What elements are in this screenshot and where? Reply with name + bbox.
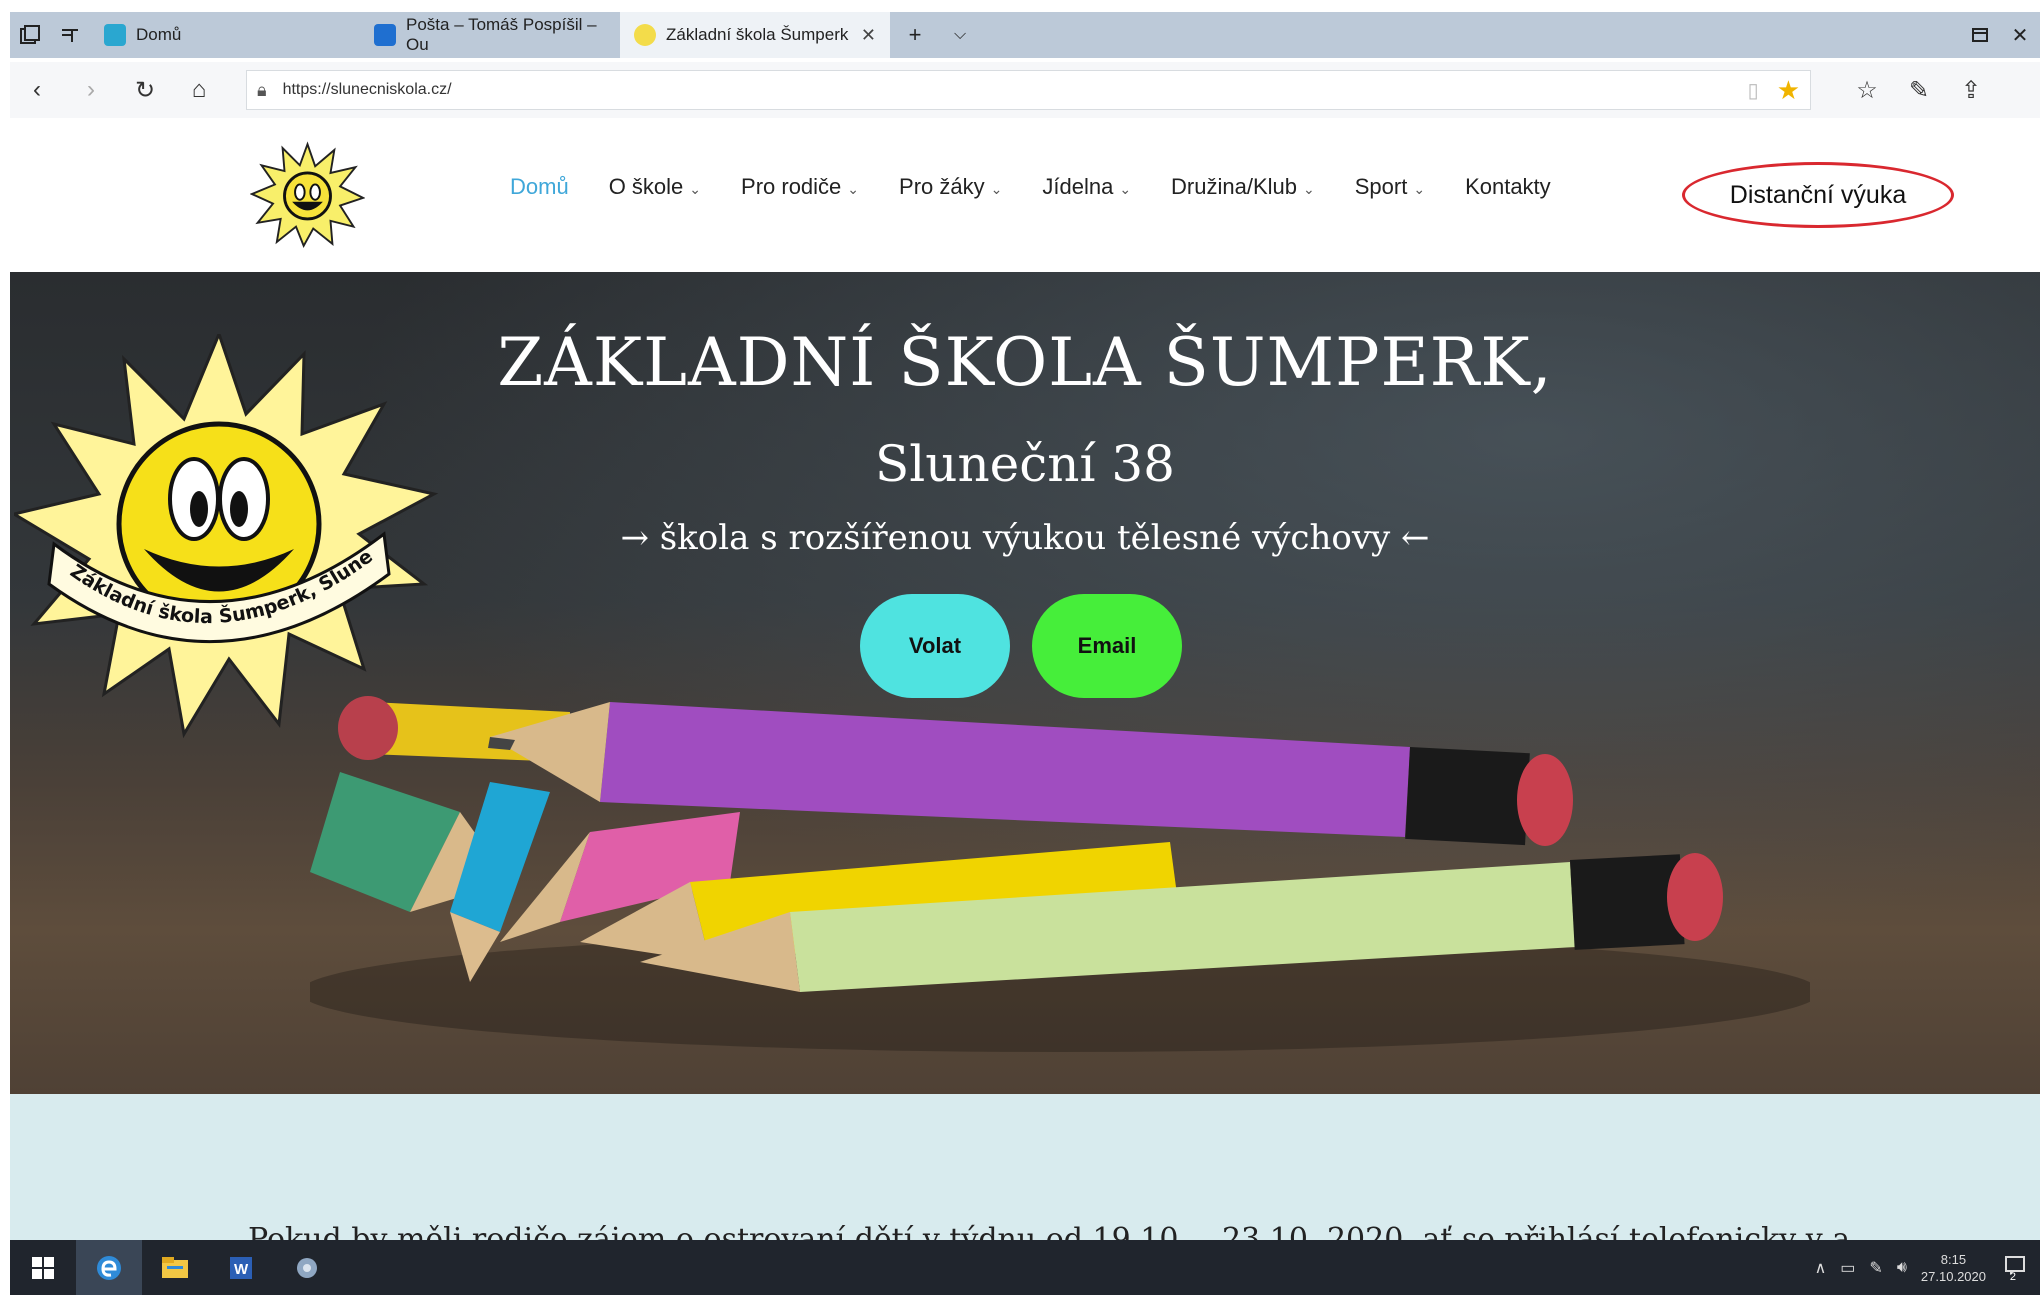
refresh-icon[interactable]: ↻ bbox=[118, 62, 172, 118]
email-button[interactable]: Email bbox=[1032, 594, 1182, 698]
clock-date: 27.10.2020 bbox=[1920, 1268, 1986, 1284]
edge-icon[interactable] bbox=[76, 1240, 142, 1295]
nav-label: Pro rodiče bbox=[741, 174, 842, 199]
chevron-down-icon: ⌄ bbox=[990, 181, 1003, 197]
windows-start-icon[interactable] bbox=[10, 1240, 76, 1295]
reading-view-icon[interactable]: ▯ bbox=[1748, 78, 1759, 103]
show-hidden-icons-icon[interactable]: ∧ bbox=[1815, 1258, 1827, 1278]
tab-domu[interactable]: Domů bbox=[90, 12, 360, 58]
nav-pro-rodice[interactable]: Pro rodiče ⌄ bbox=[741, 174, 859, 200]
nav-label: Pro žáky bbox=[899, 174, 985, 199]
nav-kontakty[interactable]: Kontakty bbox=[1465, 174, 1551, 200]
system-tray: ∧ ▭ ✎ 🔊︎ 8:15 27.10.2020 2 bbox=[1815, 1251, 2040, 1285]
nav-pro-zaky[interactable]: Pro žáky ⌄ bbox=[899, 174, 1002, 200]
hero-title: ZÁKLADNÍ ŠKOLA ŠUMPERK, bbox=[497, 324, 1553, 401]
back-icon[interactable]: ‹ bbox=[10, 62, 64, 118]
call-button[interactable]: Volat bbox=[860, 594, 1010, 698]
chevron-down-icon: ⌄ bbox=[1119, 181, 1132, 197]
close-tab-icon[interactable]: ✕ bbox=[861, 25, 876, 46]
address-bar: ‹ › ↻ ⌂ 🔒︎ https://slunecniskola.cz/ ▯ ★… bbox=[10, 62, 2040, 118]
clock-time: 8:15 bbox=[1940, 1251, 1967, 1267]
tab-label: Základní škola Šumperk bbox=[666, 25, 849, 44]
word-icon[interactable]: W bbox=[208, 1240, 274, 1295]
chevron-down-icon: ⌄ bbox=[689, 181, 702, 197]
hero-banner: Základní škola Šumperk, Sluneční 38 ZÁKL… bbox=[10, 272, 2040, 1094]
announcement-text: Pokud by měli rodiče zájem o ostrovaní d… bbox=[248, 1222, 1851, 1240]
tab-label: Pošta – Tomáš Pospíšil – Ou bbox=[406, 15, 597, 54]
clock[interactable]: 8:15 27.10.2020 bbox=[1921, 1251, 1986, 1285]
distance-learning-link[interactable]: Distanční výuka bbox=[1682, 162, 1954, 228]
tab-label: Domů bbox=[136, 25, 182, 44]
chevron-down-icon: ⌄ bbox=[847, 181, 860, 197]
browser-tab-bar: Domů Pošta – Tomáš Pospíšil – Ou Základn… bbox=[10, 12, 2040, 58]
favorite-star-icon[interactable]: ★ bbox=[1777, 75, 1800, 106]
pen-icon[interactable]: ✎ bbox=[1893, 62, 1945, 118]
content-section: Pokud by měli rodiče zájem o ostrovaní d… bbox=[10, 1094, 2040, 1240]
tab-zakladni-skola[interactable]: Základní škola Šumperk ✕ bbox=[620, 12, 890, 58]
nav-o-skole[interactable]: O škole ⌄ bbox=[609, 174, 701, 200]
url-field[interactable]: 🔒︎ https://slunecniskola.cz/ ▯ ★ bbox=[246, 70, 1811, 110]
nav-jidelna[interactable]: Jídelna ⌄ bbox=[1042, 174, 1131, 200]
outlook-tab-icon bbox=[374, 24, 396, 46]
tabs-aside-icon[interactable] bbox=[50, 12, 90, 58]
favorites-icon[interactable]: ☆ bbox=[1841, 62, 1893, 118]
edge-tab-icon bbox=[104, 24, 126, 46]
new-tab-button[interactable]: + bbox=[890, 12, 940, 58]
site-header: Domů O škole ⌄ Pro rodiče ⌄ Pro žáky ⌄ Jíde… bbox=[10, 122, 2040, 272]
forward-icon[interactable]: › bbox=[64, 62, 118, 118]
school-logo[interactable] bbox=[250, 140, 365, 250]
nav-label: Družina/Klub bbox=[1171, 174, 1297, 199]
tab-preview-icon[interactable] bbox=[10, 12, 50, 58]
nav-label: Kontakty bbox=[1465, 174, 1551, 199]
nav-label: Sport bbox=[1354, 174, 1408, 199]
sun-tab-icon bbox=[634, 24, 656, 46]
set-aside-tabs-icon[interactable] bbox=[1960, 12, 2000, 58]
svg-text:W: W bbox=[234, 1261, 249, 1278]
nav-label: Jídelna bbox=[1042, 174, 1114, 199]
app-icon[interactable] bbox=[274, 1240, 340, 1295]
nav-label: Domů bbox=[510, 174, 569, 199]
chevron-down-icon: ⌄ bbox=[1303, 181, 1315, 197]
close-window-icon[interactable]: ✕ bbox=[2000, 12, 2040, 58]
network-icon[interactable]: ▭ bbox=[1840, 1258, 1855, 1278]
notifications-icon[interactable]: 2 bbox=[2004, 1254, 2026, 1283]
nav-domu[interactable]: Domů bbox=[510, 174, 569, 200]
lock-icon: 🔒︎ bbox=[257, 79, 267, 100]
home-icon[interactable]: ⌂ bbox=[172, 62, 226, 118]
nav-label: O škole bbox=[608, 174, 684, 199]
nav-sport[interactable]: Sport ⌄ bbox=[1355, 174, 1425, 200]
main-nav: Domů O škole ⌄ Pro rodiče ⌄ Pro žáky ⌄ Jíde… bbox=[510, 174, 1591, 200]
pencils-image bbox=[310, 696, 1810, 1052]
volume-icon[interactable]: 🔊︎ bbox=[1897, 1259, 1907, 1277]
chevron-down-icon: ⌄ bbox=[1413, 181, 1426, 197]
windows-taskbar: W ∧ ▭ ✎ 🔊︎ 8:15 27.10.2020 2 bbox=[10, 1240, 2040, 1295]
nav-druzina-klub[interactable]: Družina/Klub ⌄ bbox=[1171, 174, 1315, 200]
tab-list-icon[interactable]: ⌵ bbox=[940, 12, 980, 58]
url-text: https://slunecniskola.cz/ bbox=[282, 81, 452, 98]
hero-subtitle: Sluneční 38 bbox=[875, 435, 1175, 493]
share-icon[interactable]: ⇪ bbox=[1945, 62, 1997, 118]
hero-tagline: → škola s rozšířenou výukou tělesné vých… bbox=[620, 518, 1430, 558]
pen-workspace-icon[interactable]: ✎ bbox=[1869, 1258, 1882, 1278]
file-explorer-icon[interactable] bbox=[142, 1240, 208, 1295]
notification-count: 2 bbox=[2009, 1271, 2016, 1283]
tab-posta[interactable]: Pošta – Tomáš Pospíšil – Ou bbox=[360, 12, 620, 58]
